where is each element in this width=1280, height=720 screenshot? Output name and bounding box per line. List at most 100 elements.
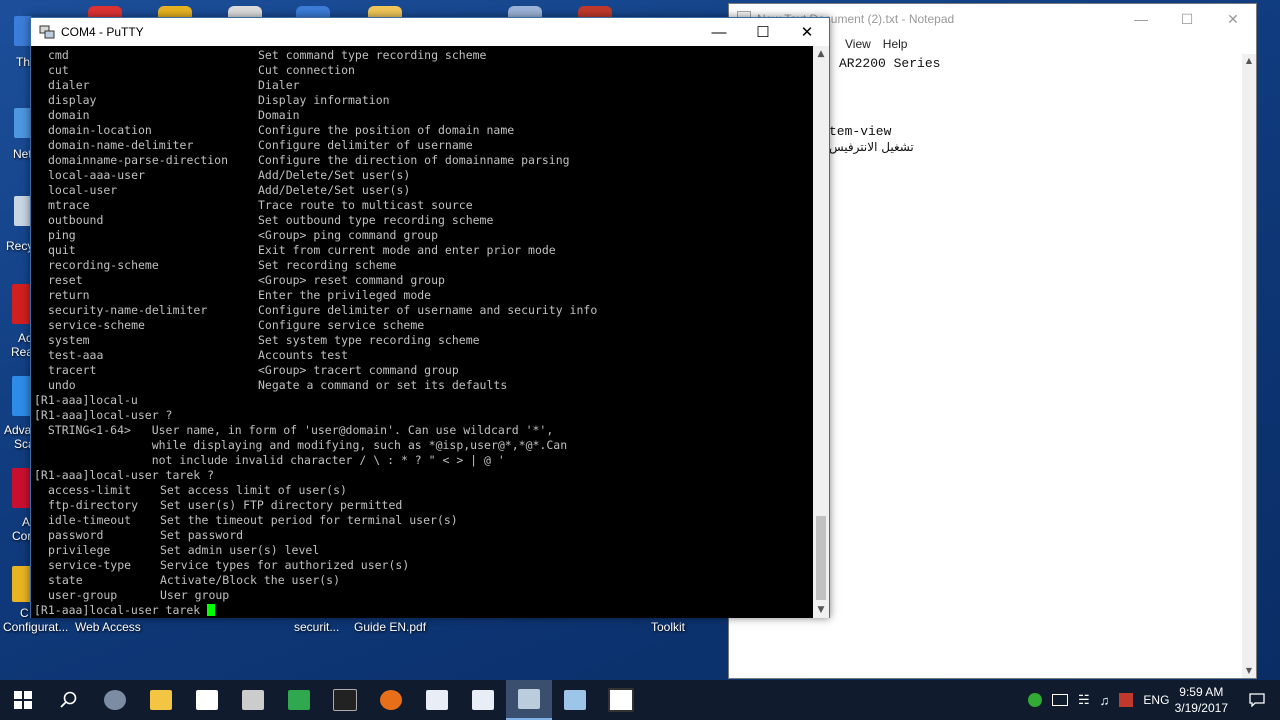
terminal-line: [R1-aaa]local-user ? xyxy=(34,408,173,422)
scroll-down-icon[interactable]: ▼ xyxy=(1242,664,1256,678)
desktop-label-this-pc[interactable]: Th xyxy=(16,55,30,69)
terminal-area[interactable]: cmd Set command type recording scheme cut C… xyxy=(31,46,813,618)
tray-app-icon[interactable] xyxy=(1028,693,1042,707)
notepad-line: تشغيل الانترفيس xyxy=(829,140,914,154)
taskbar-media[interactable] xyxy=(230,680,276,720)
search-button[interactable] xyxy=(46,680,92,720)
terminal-command: domain xyxy=(48,108,90,122)
desktop-label-app-1[interactable]: A xyxy=(22,515,30,529)
terminal-description: Enter the privileged mode xyxy=(258,288,432,302)
scroll-thumb[interactable] xyxy=(816,516,826,600)
terminal-command: domain-name-delimiter xyxy=(48,138,194,152)
terminal-description: Set user(s) FTP directory permitted xyxy=(160,498,403,512)
document-icon xyxy=(472,690,494,710)
terminal-command: system xyxy=(48,333,90,347)
taskbar-putty[interactable] xyxy=(506,680,552,720)
terminal-description: Configure the position of domain name xyxy=(258,123,515,137)
terminal-line: [R1-aaa]local-user tarek ? xyxy=(34,468,215,482)
minimize-icon[interactable]: — xyxy=(697,24,741,41)
network-tool-icon xyxy=(288,690,310,710)
terminal-icon xyxy=(333,689,357,711)
close-icon[interactable]: ✕ xyxy=(1210,11,1256,28)
terminal-command: recording-scheme xyxy=(48,258,159,272)
terminal-command: dialer xyxy=(48,78,90,92)
taskbar-doc-1[interactable] xyxy=(414,680,460,720)
terminal-description: Set password xyxy=(160,528,244,542)
app-icon-red[interactable] xyxy=(12,468,32,508)
battery-icon[interactable] xyxy=(1052,694,1068,706)
desktop-label-app-2[interactable]: Cor xyxy=(12,529,31,543)
close-icon[interactable]: ✕ xyxy=(785,23,829,41)
terminal-command: state xyxy=(48,573,83,587)
desktop-label-toolkit[interactable]: Toolkit xyxy=(651,620,685,634)
terminal-line: not include invalid character / \ : * ? … xyxy=(34,453,505,467)
system-tray: ☵ ♫ ENG xyxy=(1028,680,1169,720)
scroll-up-icon[interactable]: ▲ xyxy=(1242,54,1256,68)
terminal-command: undo xyxy=(48,378,76,392)
maximize-icon[interactable]: ☐ xyxy=(741,23,785,41)
clock[interactable]: 9:59 AM 3/19/2017 xyxy=(1175,684,1228,716)
terminal-description: Cut connection xyxy=(258,63,355,77)
tray-red-icon[interactable] xyxy=(1119,693,1134,707)
advanced-scanner-icon[interactable] xyxy=(12,376,32,416)
terminal-description: Add/Delete/Set user(s) xyxy=(258,183,411,197)
taskbar-notepad[interactable] xyxy=(552,680,598,720)
terminal-command: privilege xyxy=(48,543,111,557)
minimize-icon[interactable]: — xyxy=(1118,11,1164,27)
terminal-command: display xyxy=(48,93,97,107)
terminal-command: local-user xyxy=(48,183,118,197)
terminal-command: test-aaa xyxy=(48,348,104,362)
terminal-description: Service types for authorized user(s) xyxy=(160,558,410,572)
desktop-label-advanced-1[interactable]: Adva xyxy=(4,423,31,437)
terminal-command: cmd xyxy=(48,48,69,62)
terminal-description: <Group> ping command group xyxy=(258,228,439,242)
document-icon xyxy=(426,690,448,710)
scroll-up-icon[interactable]: ▲ xyxy=(813,46,829,62)
taskbar-app-c[interactable] xyxy=(598,680,644,720)
desktop-label-security[interactable]: securit... xyxy=(294,620,339,634)
app-icon-yellow[interactable] xyxy=(12,566,32,602)
terminal-command: service-scheme xyxy=(48,318,145,332)
desktop-label-guide-en[interactable]: Guide EN.pdf xyxy=(354,620,426,634)
language-indicator[interactable]: ENG xyxy=(1143,693,1169,707)
terminal-scrollbar[interactable]: ▲ ▼ xyxy=(813,46,829,618)
taskbar-cmd[interactable] xyxy=(322,680,368,720)
scroll-down-icon[interactable]: ▼ xyxy=(813,602,829,618)
clock-time: 9:59 AM xyxy=(1179,685,1224,699)
terminal-description: Activate/Block the user(s) xyxy=(160,573,341,587)
wifi-icon[interactable]: ☵ xyxy=(1078,692,1090,708)
menu-view[interactable]: View xyxy=(845,37,871,51)
terminal-description: Configure the direction of domainname pa… xyxy=(258,153,570,167)
volume-icon[interactable]: ♫ xyxy=(1100,693,1110,708)
taskbar-doc-2[interactable] xyxy=(460,680,506,720)
notepad-scrollbar[interactable]: ▲ ▼ xyxy=(1242,54,1256,678)
terminal-description: User group xyxy=(160,588,230,602)
desktop-label-app-3[interactable]: C xyxy=(20,606,29,620)
taskbar-explorer[interactable] xyxy=(138,680,184,720)
folder-icon xyxy=(150,690,172,710)
terminal-command: return xyxy=(48,288,90,302)
taskbar-app-1[interactable] xyxy=(92,680,138,720)
maximize-icon[interactable]: ☐ xyxy=(1164,11,1210,28)
clock-date: 3/19/2017 xyxy=(1174,701,1228,715)
terminal-description: Negate a command or set its defaults xyxy=(258,378,508,392)
terminal-command: domain-location xyxy=(48,123,152,137)
terminal-prompt-line[interactable]: [R1-aaa]local-user tarek xyxy=(34,603,216,618)
acrobat-icon[interactable] xyxy=(12,284,32,324)
desktop-label-network[interactable]: Net xyxy=(13,147,32,161)
desktop-label-configurat[interactable]: Configurat... xyxy=(3,620,68,634)
desktop-label-web-access[interactable]: Web Access xyxy=(75,620,141,634)
taskbar-firefox[interactable] xyxy=(368,680,414,720)
terminal-description: Set the timeout period for terminal user… xyxy=(160,513,458,527)
taskbar-app-green[interactable] xyxy=(276,680,322,720)
putty-window[interactable]: COM4 - PuTTY — ☐ ✕ cmd Set command type r… xyxy=(30,17,830,618)
terminal-description: <Group> reset command group xyxy=(258,273,445,287)
menu-help[interactable]: Help xyxy=(883,37,908,51)
app-c-icon xyxy=(608,688,634,712)
notifications-button[interactable] xyxy=(1234,680,1280,720)
taskbar-store[interactable] xyxy=(184,680,230,720)
start-button[interactable] xyxy=(0,680,46,720)
terminal-description: Trace route to multicast source xyxy=(258,198,473,212)
notepad-line: tem-view xyxy=(829,124,892,139)
putty-titlebar[interactable]: COM4 - PuTTY — ☐ ✕ xyxy=(31,18,829,46)
